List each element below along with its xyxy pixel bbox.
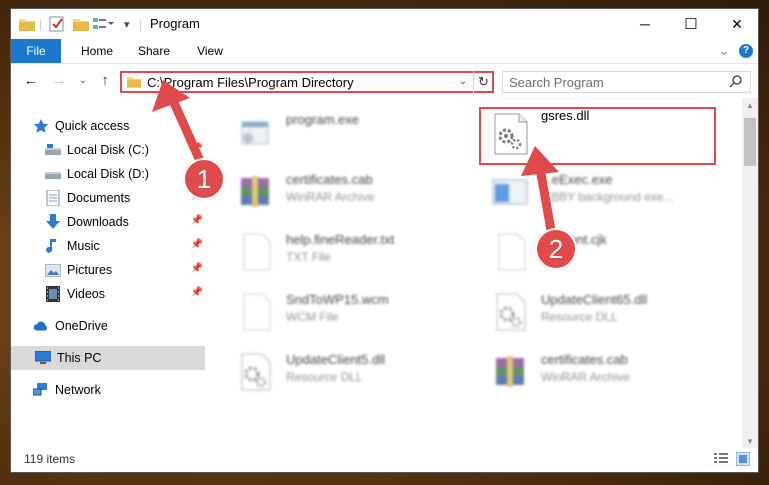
this-pc-icon xyxy=(35,350,51,366)
pin-icon[interactable]: 📌 xyxy=(191,215,203,226)
drive-icon xyxy=(45,142,61,158)
list-item[interactable]: certificates.cab WinRAR Archive xyxy=(491,346,721,398)
status-bar: 119 items xyxy=(11,448,758,472)
list-item[interactable]: UpdateClient65.dll Resource DLL xyxy=(491,286,721,338)
search-icon[interactable] xyxy=(729,74,745,90)
dll-gear-icon xyxy=(491,292,531,332)
winrar-icon xyxy=(491,352,531,392)
pictures-icon xyxy=(45,262,61,278)
list-item[interactable]: help.fineReader.txt TXT File xyxy=(236,226,466,278)
maximize-button[interactable]: ☐ xyxy=(668,9,714,39)
step-1-badge: 1 xyxy=(183,158,225,200)
explorer-window: | ▾ | Program ─ ☐ ✕ File Home Share View… xyxy=(10,8,759,473)
list-item[interactable]: program.exe xyxy=(236,106,466,158)
forward-button[interactable]: → xyxy=(49,72,69,90)
close-button[interactable]: ✕ xyxy=(714,9,758,39)
window-title: Program xyxy=(150,16,200,31)
tab-file[interactable]: File xyxy=(11,39,61,63)
address-bar[interactable]: C:\Program Files\Program Directory ⌄ ↻ xyxy=(120,71,494,93)
tab-home[interactable]: Home xyxy=(73,39,121,63)
tab-share[interactable]: Share xyxy=(131,39,177,63)
blank-file-icon xyxy=(236,292,276,332)
sidebar-item-videos[interactable]: Videos 📌 xyxy=(45,282,205,306)
onedrive-icon xyxy=(33,318,49,334)
help-icon[interactable]: ? xyxy=(739,44,753,58)
back-button[interactable]: ← xyxy=(21,72,41,90)
sidebar-item-this-pc[interactable]: This PC xyxy=(11,346,205,370)
pin-icon[interactable]: 📌 xyxy=(191,287,203,298)
sidebar-item-local-disk-c[interactable]: Local Disk (C:) 📌 xyxy=(45,138,205,162)
gsres-highlight-box xyxy=(479,107,716,165)
up-button[interactable]: ↑ xyxy=(95,72,115,90)
list-item[interactable]: D...Font.cjk C... xyxy=(491,226,721,278)
pin-icon[interactable]: 📌 xyxy=(191,143,203,154)
scroll-up-icon[interactable]: ▲ xyxy=(742,98,758,114)
step-2-badge: 2 xyxy=(535,228,577,270)
sidebar-item-network[interactable]: Network xyxy=(33,378,205,402)
address-path[interactable]: C:\Program Files\Program Directory xyxy=(147,75,354,90)
address-dropdown-icon[interactable]: ⌄ xyxy=(455,74,471,90)
documents-icon xyxy=(45,190,61,206)
sidebar-item-pictures[interactable]: Pictures 📌 xyxy=(45,258,205,282)
blank-file-icon xyxy=(236,232,276,272)
ribbon-tabs: File Home Share View ⌄ ? xyxy=(11,39,758,64)
tab-view[interactable]: View xyxy=(189,39,231,63)
winrar-icon xyxy=(236,172,276,212)
sidebar-item-music[interactable]: Music 📌 xyxy=(45,234,205,258)
sidebar-item-documents[interactable]: Documents 📌 xyxy=(45,186,205,210)
list-item[interactable]: certificates.cab WinRAR Archive xyxy=(236,166,466,218)
folder-icon xyxy=(19,15,35,33)
search-input[interactable] xyxy=(509,74,719,90)
navigation-pane: Quick access Local Disk (C:) 📌 Local Dis… xyxy=(11,98,208,450)
sidebar-item-local-disk-d[interactable]: Local Disk (D:) xyxy=(45,162,205,186)
dll-gear-icon xyxy=(236,352,276,392)
recent-locations-button[interactable]: ⌄ xyxy=(73,72,93,90)
pin-icon[interactable]: 📌 xyxy=(191,239,203,250)
new-folder-icon[interactable] xyxy=(73,15,89,33)
navigation-bar: ← → ⌄ ↑ C:\Program Files\Program Directo… xyxy=(11,64,758,98)
sidebar-item-quick-access[interactable]: Quick access xyxy=(33,114,227,138)
title-bar: | ▾ | Program ─ ☐ ✕ xyxy=(11,9,758,39)
expand-ribbon-icon[interactable]: ⌄ xyxy=(717,39,731,63)
blank-file-icon xyxy=(491,232,531,272)
quick-access-dropdown-icon[interactable]: ▾ xyxy=(124,15,130,33)
videos-icon xyxy=(45,286,61,302)
pin-icon[interactable]: 📌 xyxy=(191,263,203,274)
search-box[interactable] xyxy=(502,71,751,93)
downloads-icon xyxy=(45,214,61,230)
vertical-scrollbar[interactable]: ▲ ▼ xyxy=(742,98,758,450)
large-icons-view-icon[interactable] xyxy=(735,451,752,468)
network-icon xyxy=(33,382,49,398)
item-count: 119 items xyxy=(24,452,76,466)
refresh-button[interactable]: ↻ xyxy=(473,71,493,93)
drive-icon xyxy=(45,166,61,182)
star-icon xyxy=(33,118,49,134)
exe-icon xyxy=(236,112,276,152)
sidebar-item-onedrive[interactable]: OneDrive xyxy=(33,314,205,338)
list-item[interactable]: UpdateClient5.dll Resource DLL xyxy=(236,346,466,398)
sidebar-item-downloads[interactable]: Downloads 📌 xyxy=(45,210,205,234)
properties-icon[interactable] xyxy=(49,15,65,33)
list-item[interactable]: SndToWP15.wcm WCM File xyxy=(236,286,466,338)
details-view-icon[interactable] xyxy=(714,452,730,468)
minimize-button[interactable]: ─ xyxy=(622,9,668,39)
scroll-thumb[interactable] xyxy=(744,118,756,166)
list-item[interactable]: ...eExec.exe ...BBY background exe... xyxy=(491,166,721,218)
app-window-icon xyxy=(491,172,531,212)
folder-icon xyxy=(127,75,141,91)
customize-toolbar-icon[interactable] xyxy=(93,15,115,33)
music-icon xyxy=(45,238,61,254)
